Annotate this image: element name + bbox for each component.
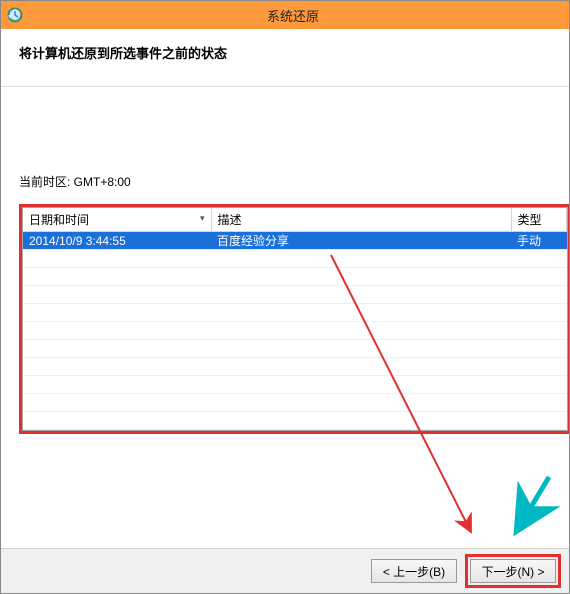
back-button[interactable]: < 上一步(B) <box>371 559 457 583</box>
restore-points-highlight: 日期和时间▾ 描述 类型 2014/10/9 3:44:55 百度经验分享 手动 <box>19 204 569 434</box>
grid-empty-row <box>23 304 567 322</box>
window-title: 系统还原 <box>23 6 563 25</box>
grid-header-row: 日期和时间▾ 描述 类型 <box>23 208 567 232</box>
grid-empty-row <box>23 376 567 394</box>
restore-points-grid[interactable]: 日期和时间▾ 描述 类型 2014/10/9 3:44:55 百度经验分享 手动 <box>22 207 568 431</box>
grid-empty-row <box>23 358 567 376</box>
timezone-label: 当前时区: GMT+8:00 <box>19 173 569 190</box>
system-restore-icon <box>7 7 23 23</box>
col-type[interactable]: 类型 <box>511 208 567 232</box>
wizard-footer: < 上一步(B) 下一步(N) > <box>1 548 569 593</box>
wizard-header: 将计算机还原到所选事件之前的状态 <box>1 29 569 87</box>
wizard-heading: 将计算机还原到所选事件之前的状态 <box>19 43 551 62</box>
grid-empty-row <box>23 394 567 412</box>
cell-desc: 百度经验分享 <box>211 232 511 250</box>
next-button[interactable]: 下一步(N) > <box>470 559 556 583</box>
grid-empty-row <box>23 412 567 430</box>
grid-empty-row <box>23 322 567 340</box>
wizard-body: 当前时区: GMT+8:00 日期和时间▾ 描述 类型 2014/10/9 3 <box>1 87 569 548</box>
system-restore-window: 系统还原 将计算机还原到所选事件之前的状态 当前时区: GMT+8:00 日期和… <box>0 0 570 594</box>
grid-empty-row <box>23 268 567 286</box>
grid-empty-row <box>23 250 567 268</box>
cell-datetime: 2014/10/9 3:44:55 <box>23 232 211 250</box>
col-datetime[interactable]: 日期和时间▾ <box>23 208 211 232</box>
next-button-highlight: 下一步(N) > <box>465 554 561 588</box>
col-desc[interactable]: 描述 <box>211 208 511 232</box>
titlebar: 系统还原 <box>1 1 569 29</box>
cell-type: 手动 <box>511 232 567 250</box>
grid-empty-row <box>23 340 567 358</box>
sort-desc-icon: ▾ <box>200 213 205 224</box>
restore-point-row[interactable]: 2014/10/9 3:44:55 百度经验分享 手动 <box>23 232 567 250</box>
grid-empty-row <box>23 286 567 304</box>
